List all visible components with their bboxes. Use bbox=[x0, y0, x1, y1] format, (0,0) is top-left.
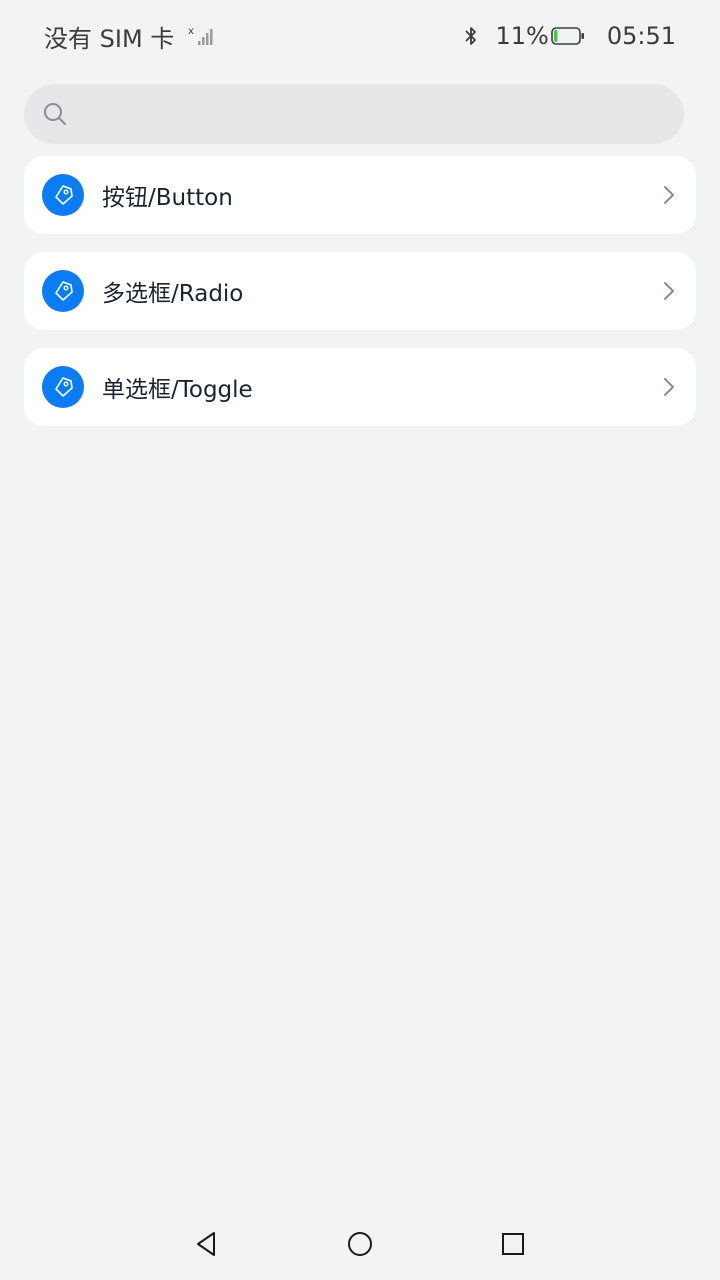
search-input[interactable] bbox=[68, 83, 684, 145]
screen: 没有 SIM 卡 x 11% 05:51 按钮/Button 多选框/Radio… bbox=[0, 0, 720, 1280]
carrier-text: 没有 SIM 卡 bbox=[44, 24, 175, 53]
navigation-bar bbox=[0, 1208, 720, 1280]
home-button[interactable] bbox=[342, 1226, 378, 1262]
list-item-label: 多选框/Radio bbox=[102, 281, 244, 307]
chevron-right-icon bbox=[664, 378, 674, 396]
recent-apps-button[interactable] bbox=[495, 1226, 531, 1262]
tag-icon bbox=[42, 174, 84, 216]
chevron-right-icon bbox=[664, 282, 674, 300]
svg-text:x: x bbox=[188, 26, 194, 37]
list-item-toggle[interactable]: 单选框/Toggle bbox=[24, 348, 696, 426]
bluetooth-icon bbox=[465, 27, 477, 45]
status-left: 没有 SIM 卡 x bbox=[44, 18, 216, 54]
back-button[interactable] bbox=[188, 1226, 224, 1262]
battery-icon bbox=[551, 27, 584, 45]
status-bar: 没有 SIM 卡 x 11% 05:51 bbox=[0, 0, 720, 72]
back-triangle-icon bbox=[197, 1232, 215, 1256]
battery-percent: 11% bbox=[495, 22, 549, 50]
search-bar[interactable] bbox=[24, 83, 684, 145]
home-circle-icon bbox=[348, 1232, 372, 1256]
list-item-radio[interactable]: 多选框/Radio bbox=[24, 252, 696, 330]
clock: 05:51 bbox=[606, 22, 676, 50]
list-item-label: 按钮/Button bbox=[102, 185, 233, 211]
chevron-right-icon bbox=[664, 186, 674, 204]
list-item-button[interactable]: 按钮/Button bbox=[24, 156, 696, 234]
tag-icon bbox=[42, 366, 84, 408]
tag-icon bbox=[42, 270, 84, 312]
status-right: 11% 05:51 bbox=[463, 18, 676, 54]
list-item-label: 单选框/Toggle bbox=[102, 377, 253, 403]
signal-icon: x bbox=[188, 26, 213, 45]
recent-square-icon bbox=[502, 1233, 524, 1255]
search-icon bbox=[44, 103, 66, 125]
